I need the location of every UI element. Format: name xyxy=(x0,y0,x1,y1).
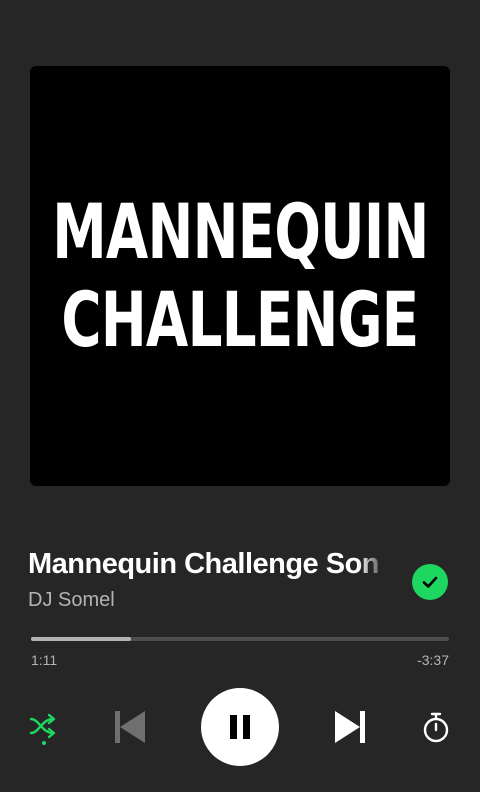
album-art-line1: MANNEQUIN xyxy=(51,187,429,276)
sleep-timer-icon[interactable] xyxy=(420,710,452,744)
album-art-line2: CHALLENGE xyxy=(61,275,419,364)
shuffle-icon[interactable] xyxy=(27,710,63,746)
skip-previous-icon[interactable] xyxy=(112,708,148,746)
elapsed-time: 1:11 xyxy=(31,652,58,668)
now-playing-info: Mannequin Challenge Son xyxy=(28,548,452,600)
pause-icon xyxy=(230,715,250,739)
song-title[interactable]: Mannequin Challenge Son xyxy=(28,548,384,584)
remaining-time: -3:37 xyxy=(417,652,449,668)
liked-check-icon[interactable] xyxy=(412,564,448,600)
artist-name[interactable]: DJ Somel xyxy=(28,589,115,612)
title-fade xyxy=(358,548,388,584)
progress-bar-fill xyxy=(31,637,132,641)
pause-button[interactable] xyxy=(201,688,279,766)
progress-bar[interactable] xyxy=(31,637,449,641)
skip-next-icon[interactable] xyxy=(332,708,368,746)
album-art: MANNEQUIN CHALLENGE xyxy=(30,66,450,486)
